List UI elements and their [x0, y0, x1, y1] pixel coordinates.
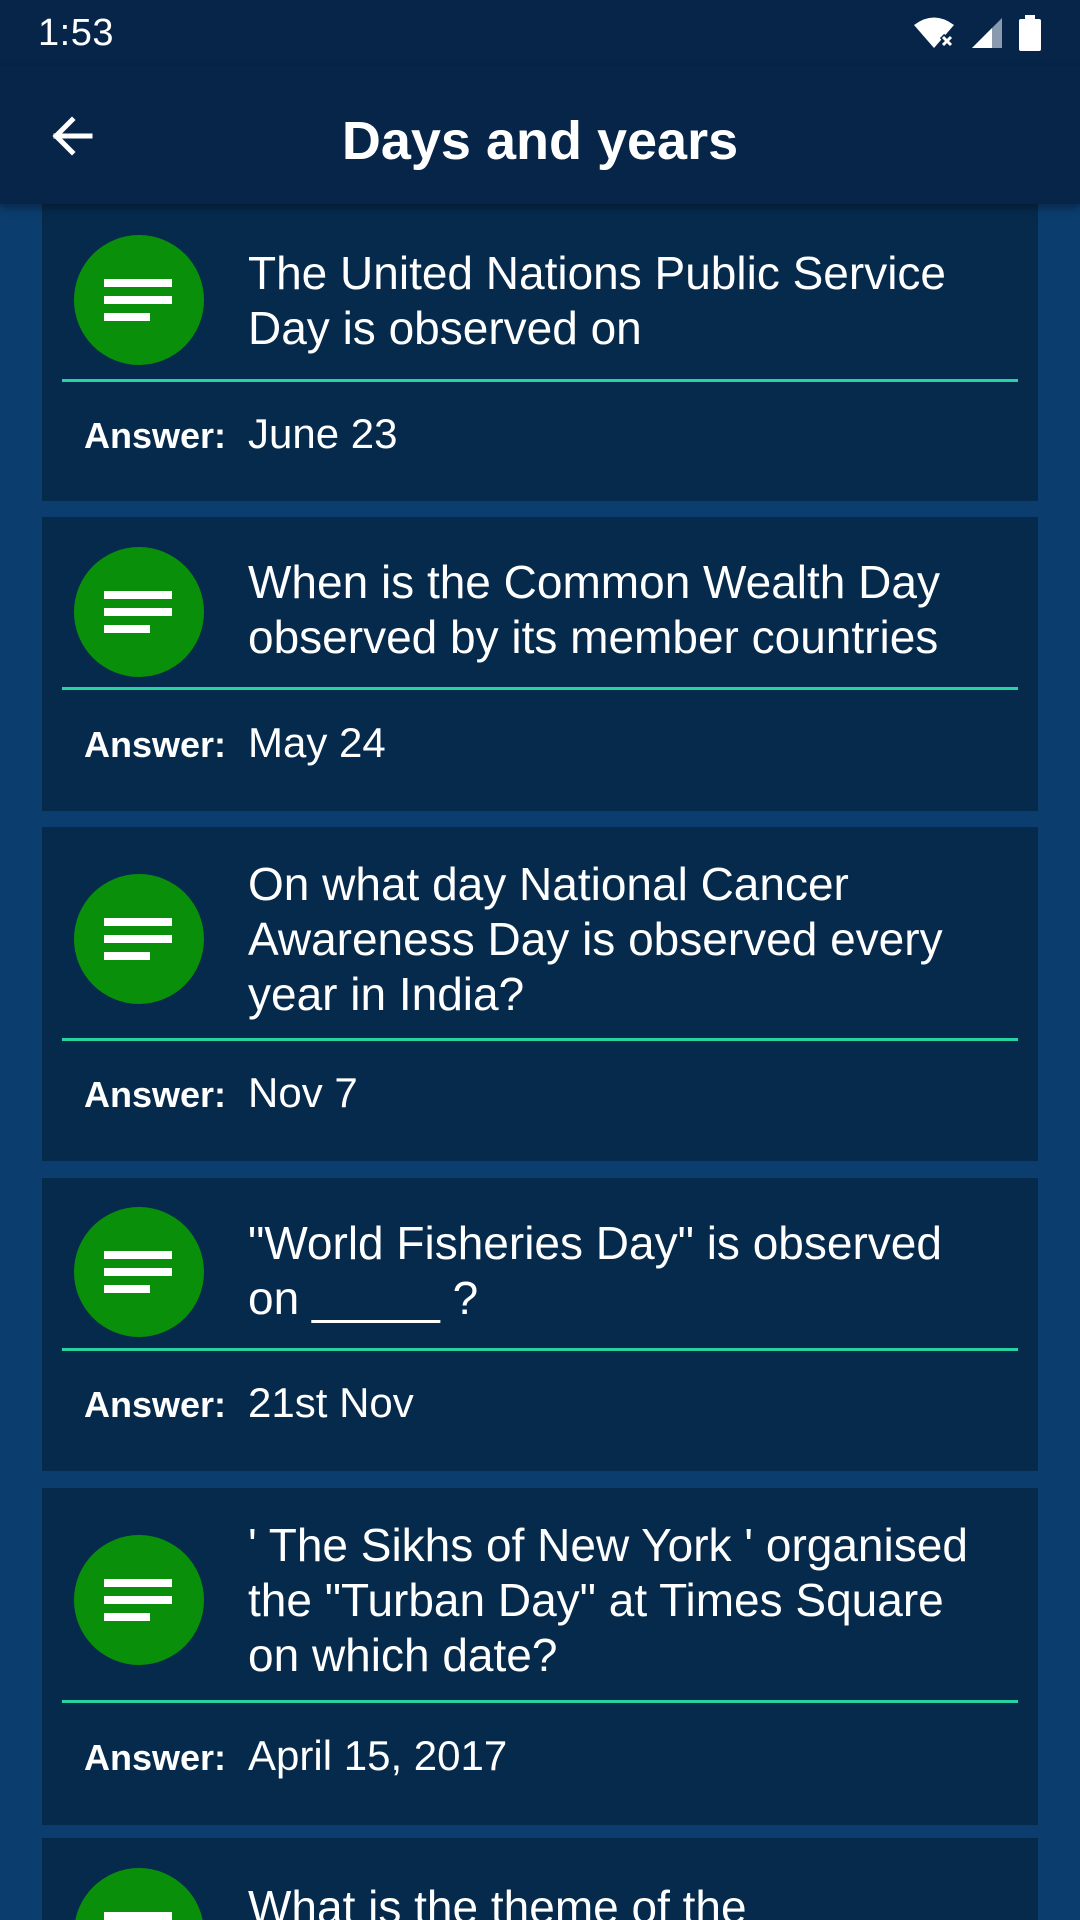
answer-label: Answer: — [84, 1737, 227, 1778]
answer-row: Answer: Nov 7 — [84, 1069, 358, 1117]
signal-icon — [972, 18, 1002, 48]
answer-value: April 15, 2017 — [248, 1732, 508, 1779]
answer-row: Answer: April 15, 2017 — [84, 1732, 507, 1780]
answer-label: Answer: — [84, 415, 227, 456]
question-card[interactable]: What is the theme of the — [42, 1838, 1038, 1920]
question-card[interactable]: "World Fisheries Day" is observed on ___… — [42, 1178, 1038, 1471]
app-bar: Days and years — [0, 66, 1080, 204]
battery-icon — [1019, 15, 1041, 51]
card-avatar — [74, 1207, 204, 1337]
answer-label: Answer: — [84, 1074, 227, 1115]
card-avatar — [74, 1868, 204, 1920]
notes-icon — [104, 918, 172, 960]
question-card[interactable]: ' The Sikhs of New York ' organised the … — [42, 1488, 1038, 1825]
notes-icon — [104, 1912, 172, 1920]
card-avatar — [74, 1535, 204, 1665]
divider — [62, 379, 1018, 382]
divider — [62, 1038, 1018, 1041]
notes-icon — [104, 279, 172, 321]
card-avatar — [74, 874, 204, 1004]
answer-label: Answer: — [84, 724, 227, 765]
question-card[interactable]: When is the Common Wealth Day observed b… — [42, 517, 1038, 811]
notes-icon — [104, 1579, 172, 1621]
answer-value: Nov 7 — [248, 1069, 358, 1116]
divider — [62, 1700, 1018, 1703]
screen: 1:53 Days and years The United Nations P… — [0, 0, 1080, 1920]
question-text: On what day National Cancer Awareness Da… — [248, 858, 943, 1020]
answer-label: Answer: — [84, 1384, 227, 1425]
answer-row: Answer: June 23 — [84, 410, 398, 458]
status-bar: 1:53 — [0, 0, 1080, 66]
question-text: "World Fisheries Day" is observed on ___… — [248, 1217, 942, 1324]
answer-row: Answer: May 24 — [84, 719, 386, 767]
card-avatar — [74, 235, 204, 365]
answer-value: May 24 — [248, 719, 386, 766]
notes-icon — [104, 1251, 172, 1293]
divider — [62, 1348, 1018, 1351]
question-card[interactable]: On what day National Cancer Awareness Da… — [42, 827, 1038, 1161]
answer-row: Answer: 21st Nov — [84, 1379, 414, 1427]
question-text: What is the theme of the — [248, 1881, 747, 1920]
status-icons — [912, 15, 1042, 51]
answer-value: 21st Nov — [248, 1379, 414, 1426]
wifi-icon — [914, 17, 955, 49]
divider — [62, 687, 1018, 690]
question-card[interactable]: The United Nations Public Service Day is… — [42, 204, 1038, 501]
question-text: The United Nations Public Service Day is… — [248, 247, 946, 354]
card-avatar — [74, 547, 204, 677]
status-time: 1:53 — [38, 11, 114, 54]
notes-icon — [104, 591, 172, 633]
question-text: ' The Sikhs of New York ' organised the … — [248, 1519, 968, 1681]
answer-value: June 23 — [248, 410, 398, 457]
question-text: When is the Common Wealth Day observed b… — [248, 556, 940, 663]
page-title: Days and years — [341, 111, 739, 171]
